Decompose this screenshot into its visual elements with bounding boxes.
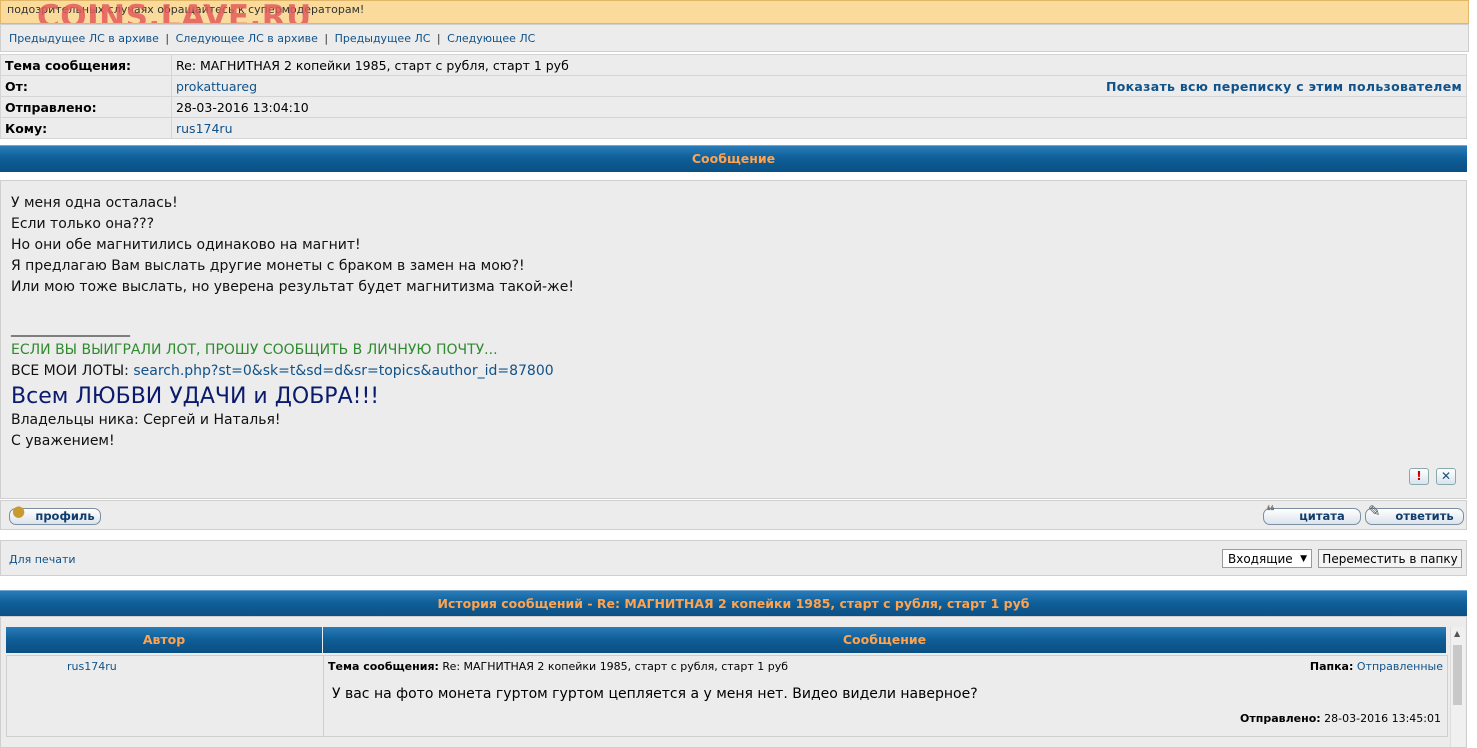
nav-separator: |: [324, 32, 329, 45]
quote-button-label: цитата: [1299, 509, 1345, 523]
signature-regards: С уважением!: [11, 433, 115, 449]
history-folder: Папка: Отправленные: [1310, 660, 1443, 673]
close-icon[interactable]: ✕: [1436, 468, 1456, 485]
scrollbar-thumb[interactable]: [1453, 645, 1462, 705]
history-folder-label: Папка:: [1309, 660, 1354, 673]
sent-label: Отправлено:: [0, 96, 172, 118]
history-sent: Отправлено: 28-03-2016 13:45:01: [1240, 712, 1441, 725]
message-body: У меня одна осталась! Если только она???…: [11, 193, 574, 452]
history-message-text: У вас на фото монета гуртом гуртом цепля…: [332, 686, 978, 702]
signature-notice: ЕСЛИ ВЫ ВЫИГРАЛИ ЛОТ, ПРОШУ СООБЩИТЬ В Л…: [11, 342, 498, 358]
quote-button[interactable]: ❝ цитата: [1263, 504, 1361, 525]
history-scrollbar[interactable]: ▲: [1450, 627, 1465, 747]
history-subject: Тема сообщения: Re: МАГНИТНАЯ 2 копейки …: [328, 660, 788, 673]
message-line: У меня одна осталась!: [11, 195, 178, 211]
history-panel: Автор Сообщение rus174ru Тема сообщения:…: [0, 616, 1467, 748]
nav-separator: |: [436, 32, 441, 45]
next-pm-link[interactable]: Следующее ЛС: [447, 32, 535, 45]
folder-select[interactable]: Входящие ▼: [1222, 549, 1312, 568]
message-line: Если только она???: [11, 216, 155, 232]
post-buttons-row: ● профиль ❝ цитата ✎ ответить: [0, 500, 1467, 530]
from-user-link[interactable]: prokattuareg: [176, 79, 257, 94]
next-archive-link[interactable]: Следующее ЛС в архиве: [176, 32, 318, 45]
message-panel: У меня одна осталась! Если только она???…: [0, 180, 1467, 499]
message-line: Я предлагаю Вам выслать другие монеты с …: [11, 258, 525, 274]
history-sent-label: Отправлено:: [1240, 712, 1321, 725]
profile-button[interactable]: ● профиль: [9, 504, 101, 525]
show-all-conversation-link[interactable]: Показать всю переписку с этим пользовате…: [1106, 79, 1462, 94]
tools-row: Для печати Входящие ▼ Переместить в папк…: [0, 540, 1467, 576]
folder-select-value: Входящие: [1228, 552, 1293, 566]
history-author-link[interactable]: rus174ru: [67, 660, 117, 673]
prev-pm-link[interactable]: Предыдущее ЛС: [335, 32, 431, 45]
reply-button-label: ответить: [1395, 509, 1454, 523]
scroll-up-icon[interactable]: ▲: [1454, 629, 1460, 638]
chevron-down-icon: ▼: [1300, 554, 1307, 564]
exclamation-icon[interactable]: !: [1409, 468, 1429, 485]
pm-navigation: Предыдущее ЛС в архиве | Следующее ЛС в …: [0, 24, 1469, 52]
site-watermark: COINS.LAVE.RU: [37, 0, 312, 24]
message-line: Или мою тоже выслать, но уверена результ…: [11, 279, 574, 295]
history-subject-value: Re: МАГНИТНАЯ 2 копейки 1985, старт с ру…: [442, 660, 789, 673]
print-link[interactable]: Для печати: [9, 553, 76, 566]
to-cell: rus174ru: [171, 117, 1467, 139]
history-author-cell: rus174ru: [6, 655, 324, 737]
history-folder-link[interactable]: Отправленные: [1357, 660, 1443, 673]
history-col-message: Сообщение: [323, 627, 1446, 653]
history-subject-label: Тема сообщения:: [328, 660, 439, 673]
to-label: Кому:: [0, 117, 172, 139]
user-icon: ●: [12, 502, 26, 520]
history-sent-value: 28-03-2016 13:45:01: [1324, 712, 1441, 725]
message-line: Но они обе магнитились одинаково на магн…: [11, 237, 361, 253]
subject-value: Re: МАГНИТНАЯ 2 копейки 1985, старт с ру…: [171, 54, 1467, 76]
profile-button-label: профиль: [35, 509, 95, 523]
signature-rule: _________________: [11, 321, 130, 337]
sent-value: 28-03-2016 13:04:10: [171, 96, 1467, 118]
history-title-bar: История сообщений - Re: МАГНИТНАЯ 2 копе…: [0, 590, 1467, 617]
quote-icon: ❝: [1266, 502, 1275, 520]
lots-search-link[interactable]: search.php?st=0&sk=t&sd=d&sr=topics&auth…: [133, 363, 553, 379]
prev-archive-link[interactable]: Предыдущее ЛС в архиве: [9, 32, 159, 45]
signature-lots: ВСЕ МОИ ЛОТЫ: search.php?st=0&sk=t&sd=d&…: [11, 361, 574, 382]
message-header: Тема сообщения: Re: МАГНИТНАЯ 2 копейки …: [0, 54, 1467, 139]
from-cell: prokattuareg Показать всю переписку с эт…: [171, 75, 1467, 97]
warning-banner: подозрительных случаях обращайтесь к суп…: [0, 0, 1469, 24]
from-label: От:: [0, 75, 172, 97]
subject-label: Тема сообщения:: [0, 54, 172, 76]
history-message-cell: Тема сообщения: Re: МАГНИТНАЯ 2 копейки …: [323, 655, 1448, 737]
nav-separator: |: [165, 32, 170, 45]
message-title-bar: Сообщение: [0, 145, 1467, 172]
history-col-author: Автор: [6, 627, 322, 653]
reply-button[interactable]: ✎ ответить: [1365, 504, 1464, 525]
reply-icon: ✎: [1368, 502, 1381, 520]
signature-greeting: Всем ЛЮБВИ УДАЧИ и ДОБРА!!!: [11, 384, 380, 409]
move-to-folder-button[interactable]: Переместить в папку: [1318, 549, 1462, 568]
lots-label: ВСЕ МОИ ЛОТЫ:: [11, 363, 134, 379]
signature-owners: Владельцы ника: Сергей и Наталья!: [11, 412, 281, 428]
to-user-link[interactable]: rus174ru: [176, 121, 233, 136]
